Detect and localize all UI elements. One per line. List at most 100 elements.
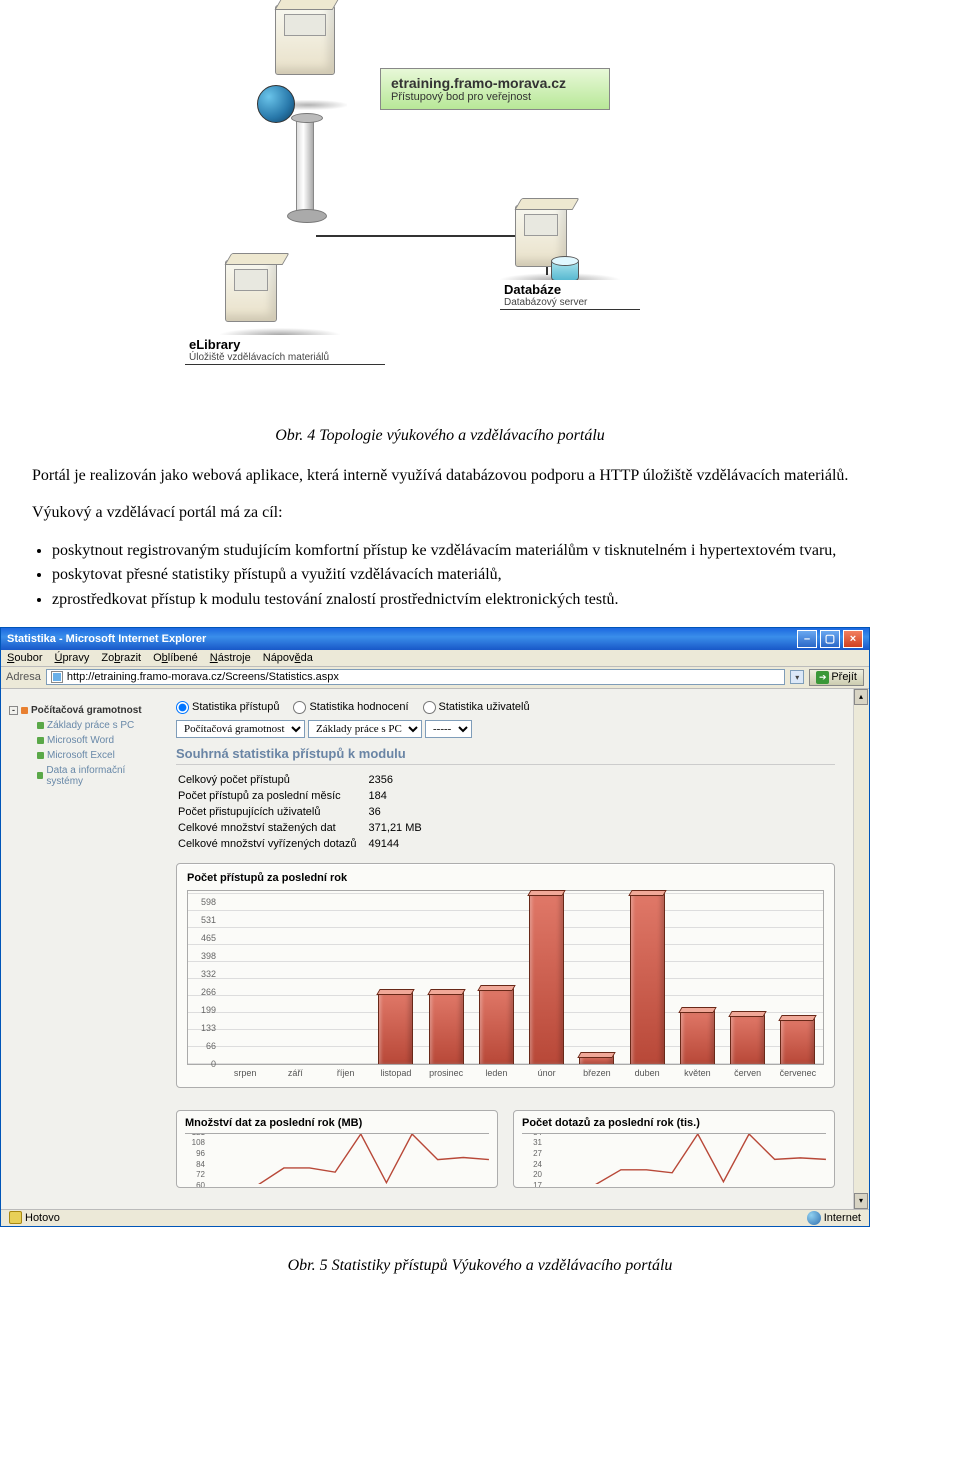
paragraph-intro: Portál je realizován jako webová aplikac… <box>0 465 880 487</box>
elibrary-subtitle: Úložiště vzdělávacích materiálů <box>189 352 381 363</box>
database-subtitle: Databázový server <box>504 297 636 308</box>
line-chart: 172024273134 <box>522 1133 826 1187</box>
stat-value: 184 <box>369 789 432 803</box>
filter-select[interactable]: ----- <box>425 720 472 738</box>
close-button[interactable]: × <box>843 630 863 648</box>
sidebar-item[interactable]: Data a informační systémy <box>25 765 160 787</box>
y-tick-label: 465 <box>201 933 216 943</box>
menu-item[interactable]: Zobrazit <box>101 652 141 664</box>
sidebar-item[interactable]: Microsoft Word <box>25 735 160 746</box>
chart-bar <box>773 891 823 1064</box>
sidebar-item-label: Základy práce s PC <box>47 720 134 731</box>
stat-label: Celkový počet přístupů <box>178 773 367 787</box>
scroll-down-button[interactable]: ▾ <box>854 1193 868 1209</box>
stat-label: Celkové množství vyřízených dotazů <box>178 837 367 851</box>
x-tick-label: červenec <box>773 1068 823 1078</box>
x-tick-label: leden <box>471 1068 521 1078</box>
figure-5-caption: Obr. 5 Statistiky přístupů Výukového a v… <box>0 1257 960 1275</box>
go-button[interactable]: ➔ Přejít <box>809 669 864 686</box>
x-tick-label: květen <box>672 1068 722 1078</box>
database-icon <box>551 259 579 281</box>
filter-select[interactable]: Počítačová gramotnost <box>176 720 305 738</box>
minimize-button[interactable]: – <box>797 630 817 648</box>
y-tick-label: 31 <box>533 1138 542 1147</box>
globe-icon <box>257 85 295 123</box>
menu-item[interactable]: Úpravy <box>54 652 89 664</box>
tree-collapse-icon[interactable]: - <box>9 706 18 715</box>
y-tick-label: 108 <box>192 1138 205 1147</box>
x-tick-label: červen <box>723 1068 773 1078</box>
chart-bar <box>270 891 320 1064</box>
line-series <box>207 1134 489 1185</box>
radio-option[interactable]: Statistika přístupů <box>176 701 279 713</box>
y-tick-label: 24 <box>533 1160 542 1169</box>
y-tick-label: 84 <box>196 1160 205 1169</box>
window-title: Statistika - Microsoft Internet Explorer <box>7 633 206 645</box>
y-tick-label: 398 <box>201 951 216 961</box>
y-tick-label: 121 <box>192 1133 205 1137</box>
go-arrow-icon: ➔ <box>816 671 829 684</box>
sidebar-item[interactable]: Základy práce s PC <box>25 720 160 731</box>
radio-option[interactable]: Statistika hodnocení <box>293 701 408 713</box>
tree-bullet-icon <box>37 722 44 729</box>
filter-select[interactable]: Základy práce s PC <box>308 720 422 738</box>
chart-bar <box>471 891 521 1064</box>
titlebar: Statistika - Microsoft Internet Explorer… <box>1 628 869 650</box>
vertical-scrollbar[interactable]: ▴ ▾ <box>853 689 869 1209</box>
stat-value: 371,21 MB <box>369 821 432 835</box>
section-title: Souhrná statistika přístupů k modulu <box>176 746 835 765</box>
stat-value: 2356 <box>369 773 432 787</box>
elibrary-label: eLibrary Úložiště vzdělávacích materiálů <box>185 335 385 365</box>
sidebar-item[interactable]: Microsoft Excel <box>25 750 160 761</box>
y-tick-label: 199 <box>201 1005 216 1015</box>
menu-item[interactable]: Soubor <box>7 652 42 664</box>
tree-bullet-icon <box>37 772 44 779</box>
x-tick-label: listopad <box>371 1068 421 1078</box>
data-volume-chart-panel: Množství dat za poslední rok (MB) 60 7284… <box>176 1110 498 1188</box>
scroll-up-button[interactable]: ▴ <box>854 689 868 705</box>
radio-option[interactable]: Statistika uživatelů <box>423 701 530 713</box>
x-tick-label: duben <box>622 1068 672 1078</box>
y-tick-label: 531 <box>201 915 216 925</box>
status-left-text: Hotovo <box>25 1212 60 1224</box>
filter-selects: Počítačová gramotnostZáklady práce s PC-… <box>176 720 835 738</box>
list-item: poskytnout registrovaným studujícím komf… <box>52 540 880 562</box>
data-volume-chart-title: Množství dat za poslední rok (MB) <box>185 1117 489 1129</box>
x-tick-label: září <box>270 1068 320 1078</box>
topology-diagram: etraining.framo-morava.cz Přístupový bod… <box>0 0 960 390</box>
tree-bullet-icon <box>21 707 28 714</box>
url-dropdown-button[interactable]: ▾ <box>790 670 804 684</box>
sidebar-item-label: Microsoft Word <box>47 735 114 746</box>
web-server-icon <box>275 5 375 105</box>
bar-chart: 066133199266332398465531598 srpenzáříříj… <box>187 890 824 1065</box>
menu-item[interactable]: Nástroje <box>210 652 251 664</box>
sidebar-tree: - Počítačová gramotnost Základy práce s … <box>1 689 166 1209</box>
y-tick-label: 60 <box>196 1181 205 1187</box>
maximize-button[interactable]: ▢ <box>820 630 840 648</box>
radio-input[interactable] <box>423 701 436 714</box>
chart-bar <box>321 891 371 1064</box>
chart-bar <box>572 891 622 1064</box>
queries-chart-title: Počet dotazů za poslední rok (tis.) <box>522 1117 826 1129</box>
tree-root[interactable]: - Počítačová gramotnost <box>9 705 160 716</box>
y-tick-label: 598 <box>201 897 216 907</box>
stat-value: 49144 <box>369 837 432 851</box>
tree-bullet-icon <box>37 737 44 744</box>
menu-item[interactable]: Oblíbené <box>153 652 198 664</box>
radio-input[interactable] <box>176 701 189 714</box>
radio-input[interactable] <box>293 701 306 714</box>
elibrary-server-icon <box>225 260 277 322</box>
tree-root-label: Počítačová gramotnost <box>31 705 142 716</box>
chart-bar <box>723 891 773 1064</box>
stat-label: Počet přístupů za poslední měsíc <box>178 789 367 803</box>
chart-bar <box>522 891 572 1064</box>
address-bar: Adresa http://etraining.framo-morava.cz/… <box>1 667 869 689</box>
elibrary-title: eLibrary <box>189 337 381 352</box>
stat-value: 36 <box>369 805 432 819</box>
menu-item[interactable]: Nápověda <box>263 652 313 664</box>
web-server-subtitle: Přístupový bod pro veřejnost <box>391 91 599 103</box>
database-title: Databáze <box>504 282 636 297</box>
table-row: Celkové množství stažených dat371,21 MB <box>178 821 432 835</box>
address-input[interactable]: http://etraining.framo-morava.cz/Screens… <box>46 669 785 685</box>
y-tick-label: 72 <box>196 1170 205 1179</box>
